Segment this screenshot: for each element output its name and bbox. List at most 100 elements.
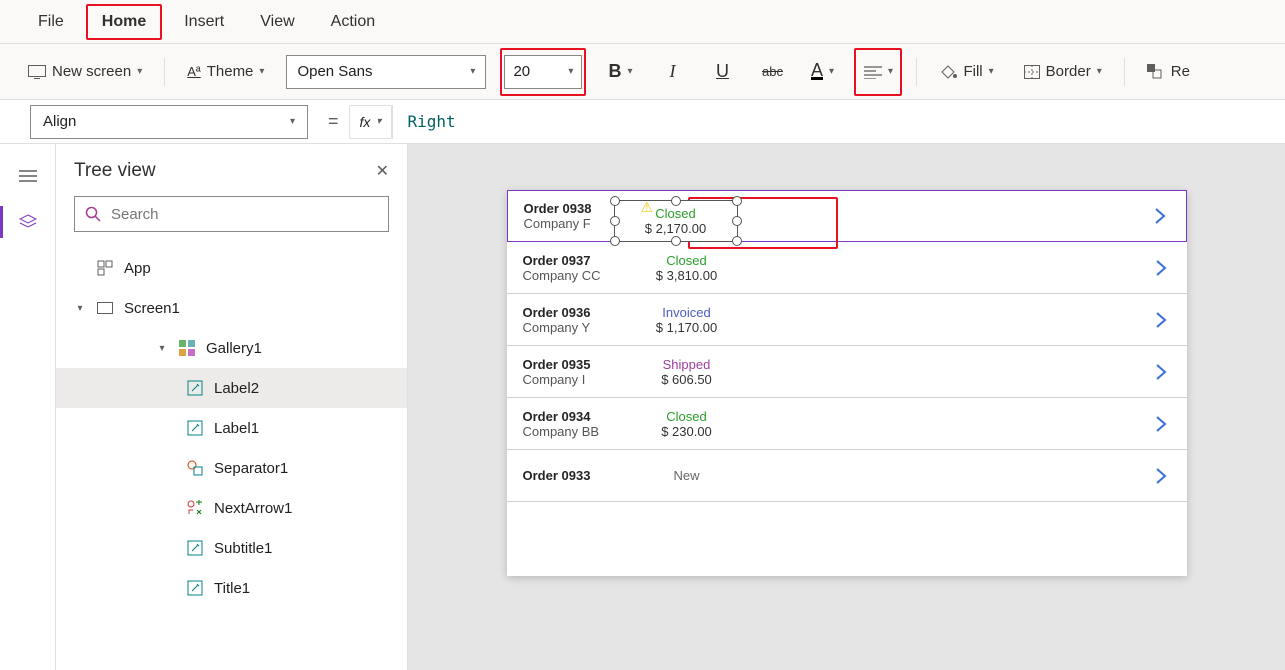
gallery-item[interactable]: Order 0938 Company F Closed $ 2,170.00 ⚠… (507, 190, 1187, 242)
hamburger-button[interactable] (14, 162, 42, 190)
expand-icon[interactable]: ▾ (74, 303, 86, 314)
next-arrow-icon[interactable] (1155, 467, 1167, 485)
order-price: $ 606.50 (627, 372, 747, 387)
fx-button[interactable]: fx ▾ (349, 105, 393, 139)
close-panel-button[interactable]: ✕ (376, 161, 389, 181)
tree-node-label1[interactable]: Label1 (56, 408, 407, 448)
tree-node-label: Title1 (214, 580, 250, 597)
tree-node-subtitle1[interactable]: Subtitle1 (56, 528, 407, 568)
fill-label: Fill (963, 63, 982, 80)
next-arrow-icon[interactable] (1155, 363, 1167, 381)
tree-list: App ▾ Screen1 ▾ Gallery1 Label2 Label1 (56, 242, 407, 670)
formula-bar: Align ▾ = fx ▾ (0, 100, 1285, 144)
tree-node-label: Label1 (214, 420, 259, 437)
border-icon (1024, 65, 1040, 79)
app-screen[interactable]: Order 0938 Company F Closed $ 2,170.00 ⚠… (507, 190, 1187, 576)
menu-bar: File Home Insert View Action (0, 0, 1285, 44)
left-rail (0, 144, 56, 670)
next-arrow-icon[interactable] (1155, 311, 1167, 329)
menu-view[interactable]: View (242, 0, 312, 44)
chevron-down-icon: ▾ (568, 66, 573, 77)
new-screen-button[interactable]: New screen ▾ (20, 54, 150, 90)
next-arrow-icon[interactable] (1155, 259, 1167, 277)
company-name: Company Y (523, 320, 627, 335)
gallery-item[interactable]: Order 0933 New (507, 450, 1187, 502)
new-screen-label: New screen (52, 63, 131, 80)
font-color-button[interactable]: A ▾ (804, 54, 840, 90)
gallery-item[interactable]: Order 0937 Company CC Closed $ 3,810.00 (507, 242, 1187, 294)
font-family-select[interactable]: Open Sans ▾ (286, 55, 486, 89)
order-price: $ 2,170.00 (645, 221, 706, 236)
selection-box[interactable]: ⚠ Closed $ 2,170.00 (614, 200, 738, 242)
tree-node-label: NextArrow1 (214, 500, 292, 517)
tree-node-label2[interactable]: Label2 (56, 368, 407, 408)
gallery-item[interactable]: Order 0934 Company BB Closed $ 230.00 (507, 398, 1187, 450)
chevron-down-icon: ▾ (259, 66, 264, 77)
tree-view-title: Tree view (74, 160, 156, 182)
shape-icon (186, 459, 204, 477)
formula-input[interactable] (392, 105, 1285, 139)
tree-search-box[interactable] (74, 196, 389, 232)
tree-view-rail-button[interactable] (14, 208, 42, 236)
chevron-down-icon: ▾ (290, 116, 295, 127)
separator (164, 58, 165, 86)
company-name: Company BB (523, 424, 627, 439)
gallery-item[interactable]: Order 0935 Company I Shipped $ 606.50 (507, 346, 1187, 398)
reorder-icon (1147, 64, 1165, 80)
tree-node-nextarrow1[interactable]: NextArrow1 (56, 488, 407, 528)
screen-icon (28, 65, 46, 79)
fx-label: fx (360, 114, 371, 130)
property-selector[interactable]: Align ▾ (30, 105, 308, 139)
gallery-item[interactable]: Order 0936 Company Y Invoiced $ 1,170.00 (507, 294, 1187, 346)
label-icon (186, 419, 204, 437)
order-id: Order 0933 (523, 468, 627, 483)
next-arrow-icon[interactable] (1155, 415, 1167, 433)
tree-node-separator1[interactable]: Separator1 (56, 448, 407, 488)
strikethrough-icon: abc (762, 64, 783, 79)
hamburger-icon (19, 169, 37, 183)
strikethrough-button[interactable]: abc (754, 54, 790, 90)
bold-button[interactable]: B ▾ (600, 54, 640, 90)
order-price: $ 1,170.00 (627, 320, 747, 335)
font-size-value: 20 (513, 63, 530, 80)
menu-insert[interactable]: Insert (166, 0, 242, 44)
tree-search-input[interactable] (109, 205, 378, 224)
chevron-down-icon: ▾ (829, 66, 834, 77)
chevron-down-icon: ▾ (627, 66, 632, 77)
theme-button[interactable]: Aª Theme ▾ (179, 54, 272, 90)
fill-button[interactable]: Fill ▾ (931, 54, 1001, 90)
canvas-area[interactable]: Order 0938 Company F Closed $ 2,170.00 ⚠… (408, 144, 1285, 670)
layers-icon (19, 214, 37, 230)
home-toolbar: New screen ▾ Aª Theme ▾ Open Sans ▾ 20 ▾… (0, 44, 1285, 100)
border-button[interactable]: Border ▾ (1016, 54, 1110, 90)
menu-file[interactable]: File (20, 0, 82, 44)
tree-node-title1[interactable]: Title1 (56, 568, 407, 608)
chevron-down-icon: ▾ (470, 66, 475, 77)
search-icon (85, 206, 101, 222)
italic-button[interactable]: I (654, 54, 690, 90)
order-id: Order 0937 (523, 253, 627, 268)
reorder-label: Re (1171, 63, 1190, 80)
menu-home[interactable]: Home (86, 4, 162, 40)
next-arrow-icon[interactable] (1154, 207, 1166, 225)
reorder-button[interactable]: Re (1139, 54, 1198, 90)
theme-label: Theme (207, 63, 254, 80)
italic-icon: I (669, 61, 675, 82)
tree-node-screen1[interactable]: ▾ Screen1 (56, 288, 407, 328)
order-status: Invoiced (627, 305, 747, 320)
font-family-value: Open Sans (297, 63, 372, 80)
font-size-select[interactable]: 20 ▾ (504, 55, 582, 89)
warning-icon: ⚠ (641, 199, 654, 216)
label-icon (186, 379, 204, 397)
tree-node-gallery1[interactable]: ▾ Gallery1 (56, 328, 407, 368)
tree-node-app[interactable]: App (56, 248, 407, 288)
order-status: Closed (627, 253, 747, 268)
font-color-icon: A (811, 63, 823, 80)
menu-action[interactable]: Action (313, 0, 393, 44)
text-align-button[interactable]: ▾ (858, 54, 898, 90)
chevron-down-icon: ▾ (989, 66, 994, 77)
expand-icon[interactable]: ▾ (156, 343, 168, 354)
workspace: Tree view ✕ App ▾ Screen1 ▾ Gallery1 (0, 144, 1285, 670)
order-status: New (627, 468, 747, 483)
underline-button[interactable]: U (704, 54, 740, 90)
